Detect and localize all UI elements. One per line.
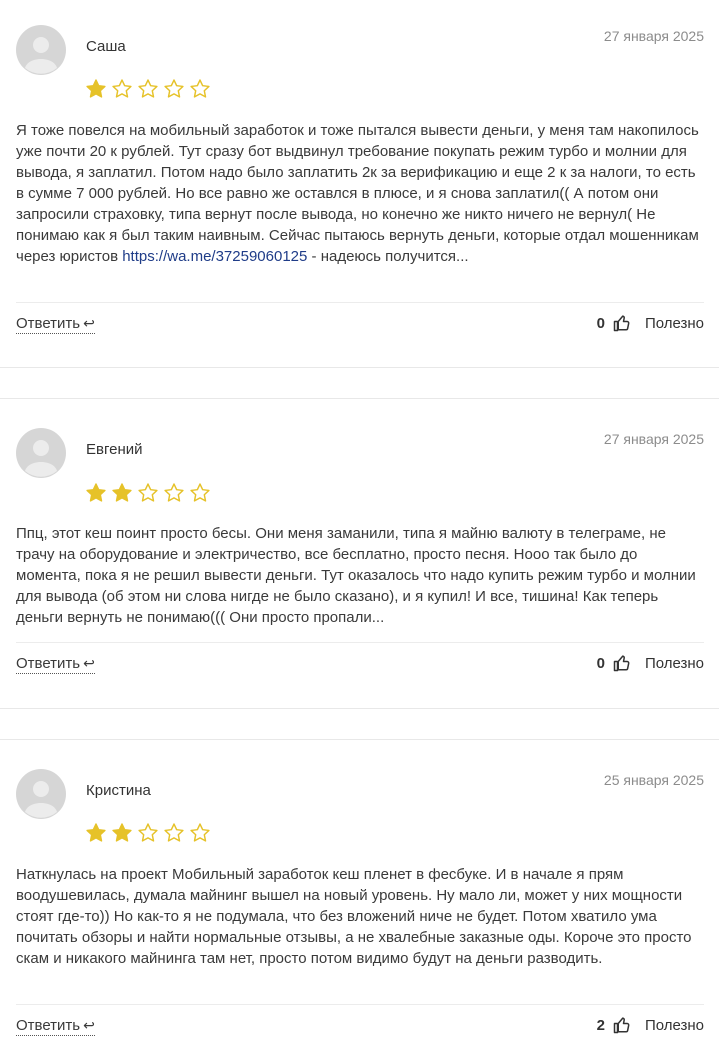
useful-button[interactable]: Полезно [645,315,704,332]
review-divider [0,367,719,399]
user-avatar-icon [16,769,66,819]
rating-stars [85,482,211,504]
whatsapp-link[interactable]: https://wa.me/37259060125 [122,248,307,265]
star-filled-icon [112,823,132,842]
review-divider [0,708,719,740]
useful-vote: 0 Полезно [597,654,704,672]
user-avatar-icon [16,428,66,478]
star-filled-icon [86,79,106,98]
star-empty-icon [164,483,184,502]
star-empty-icon [164,823,184,842]
review-author: Кристина [86,782,151,799]
review-card: Кристина 25 января 2025 Наткнулась на пр… [0,739,719,1060]
review-author: Евгений [86,441,143,458]
useful-count: 2 [596,1016,605,1034]
review-author: Саша [86,38,126,55]
useful-button[interactable]: Полезно [645,1017,704,1034]
reply-arrow-icon: ↩ [83,655,95,671]
reply-button[interactable]: Ответить ↩ [16,1017,95,1036]
review-date: 25 января 2025 [603,772,704,788]
review-text: Я тоже повелся на мобильный заработок и … [16,120,704,267]
useful-button[interactable]: Полезно [645,655,704,672]
reply-label: Ответить [16,1017,81,1034]
review-text: Наткнулась на проект Мобильный заработок… [16,866,692,967]
review-text-tail: - надеюсь получится... [307,248,469,265]
star-empty-icon [138,79,158,98]
star-filled-icon [112,483,132,502]
star-empty-icon [138,823,158,842]
review-footer-separator [16,642,704,643]
star-filled-icon [86,823,106,842]
useful-count: 0 [596,314,605,332]
rating-stars [85,78,211,100]
thumbs-up-icon[interactable] [613,314,631,332]
star-filled-icon [86,483,106,502]
rating-stars [85,822,211,844]
useful-vote: 2 Полезно [597,1016,704,1034]
review-card: Саша 27 января 2025 Я тоже повелся на мо… [0,0,719,367]
star-empty-icon [138,483,158,502]
star-empty-icon [112,79,132,98]
useful-count: 0 [596,654,605,672]
reply-button[interactable]: Ответить ↩ [16,655,95,674]
reply-label: Ответить [16,315,81,332]
review-card: Евгений 27 января 2025 Ппц, этот кеш пои… [0,398,719,708]
thumbs-up-icon[interactable] [613,654,631,672]
user-avatar-icon [16,25,66,75]
star-empty-icon [190,483,210,502]
reply-arrow-icon: ↩ [83,315,95,331]
review-date: 27 января 2025 [603,28,704,44]
reply-label: Ответить [16,655,81,672]
useful-vote: 0 Полезно [597,314,704,332]
thumbs-up-icon[interactable] [613,1016,631,1034]
star-empty-icon [190,823,210,842]
review-footer-separator [16,1004,704,1005]
star-empty-icon [164,79,184,98]
star-empty-icon [190,79,210,98]
reply-button[interactable]: Ответить ↩ [16,315,95,334]
reply-arrow-icon: ↩ [83,1017,95,1033]
review-date: 27 января 2025 [603,431,704,447]
review-footer-separator [16,302,704,303]
review-text: Ппц, этот кеш поинт просто бесы. Они мен… [16,525,696,626]
review-text-body: Я тоже повелся на мобильный заработок и … [16,122,699,265]
